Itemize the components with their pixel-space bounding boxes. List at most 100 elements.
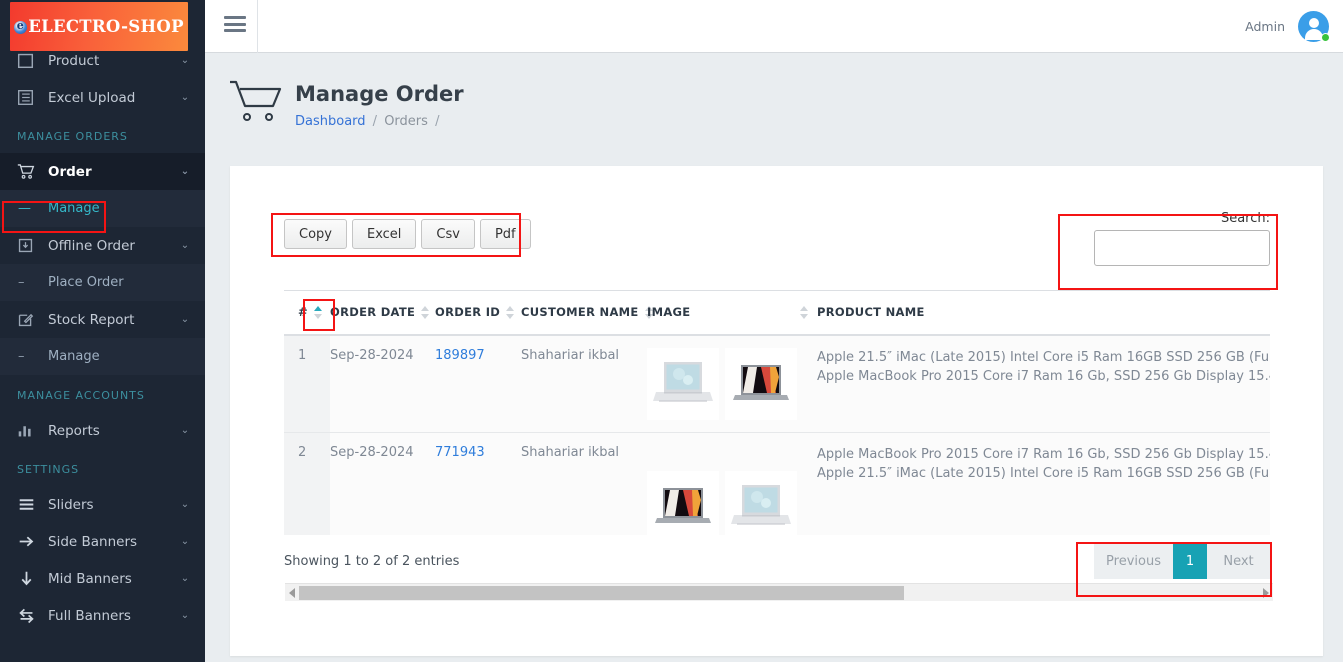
cell-customer-name: Shahariar ikbal [521,334,647,433]
sidebar-item-side-banners[interactable]: Side Banners ⌄ [0,523,205,560]
sidebar-section-manage-accounts: MANAGE ACCOUNTS [17,389,145,402]
scroll-right-arrow-icon[interactable] [1263,588,1269,598]
cell-product-name: Apple 21.5″ iMac (Late 2015) Intel Core … [817,334,1270,433]
product-name-line: Apple 21.5″ iMac (Late 2015) Intel Core … [817,465,1270,481]
column-header-index[interactable]: # [284,290,330,336]
list-icon [17,88,39,108]
cell-order-id[interactable]: 771943 [435,432,521,535]
product-name-line: Apple MacBook Pro 2015 Core i7 Ram 16 Gb… [817,368,1270,384]
sidebar-item-label: Offline Order [48,237,135,254]
dash-icon: — [18,201,31,216]
sidebar-item-label: Product [48,52,100,69]
column-header-order-date[interactable]: ORDER DATE [330,290,435,336]
column-header-product-name[interactable]: PRODUCT NAME [817,290,1270,336]
arrow-down-icon [17,569,39,589]
breadcrumb-orders: Orders [384,114,428,129]
globe-e-icon [14,19,28,34]
sort-icon[interactable] [800,306,809,319]
avatar-body [1304,29,1323,40]
cell-images [647,432,817,535]
sidebar-subitem-order-manage[interactable]: — Manage [0,190,205,227]
sidebar-subitem-label: Manage [48,201,100,216]
chevron-down-icon: ⌄ [180,610,190,621]
sidebar-subitem-stock-manage[interactable]: – Manage [0,338,205,375]
scroll-left-arrow-icon[interactable] [289,588,295,598]
previous-page-button[interactable]: Previous [1094,543,1173,579]
dash-icon: – [18,349,25,364]
brand-logo[interactable]: ELECTRO-SHOP [10,2,188,51]
table-right-edge [1270,290,1273,535]
sidebar-item-label: Sliders [48,496,94,513]
next-page-button[interactable]: Next [1207,543,1270,579]
chevron-down-icon: ⌄ [180,425,190,436]
order-table-scroll: # ORDER DATE ORDER ID CUSTOMER NAME IMAG… [284,290,1270,535]
cart-icon [17,162,39,182]
page-title: Manage Order [295,82,464,106]
order-id-link[interactable]: 189897 [435,348,485,363]
sidebar-item-label: Order [48,163,92,180]
user-avatar-icon[interactable] [1298,11,1330,42]
sort-icon[interactable] [506,306,515,319]
horizontal-scrollbar[interactable] [285,583,1273,601]
sidebar-item-label: Full Banners [48,607,131,624]
sidebar-scroll-region: Product ⌄ Excel Upload ⌄ MANAGE ORDERS O… [0,40,205,634]
breadcrumb-dashboard-link[interactable]: Dashboard [295,114,366,129]
sidebar-item-mid-banners[interactable]: Mid Banners ⌄ [0,560,205,597]
topbar-divider [257,0,258,53]
table-row[interactable]: 1 Sep-28-2024 189897 Shahariar ikbal App… [284,334,1270,433]
pdf-button[interactable]: Pdf [479,219,531,249]
shopping-cart-icon [228,78,284,126]
search-input[interactable] [1094,230,1270,266]
column-header-image[interactable]: IMAGE [647,290,817,336]
hp-silver-laptop-thumb[interactable] [647,347,719,420]
excel-button[interactable]: Excel [351,219,417,249]
sidebar-item-reports[interactable]: Reports ⌄ [0,412,205,449]
product-name-line: Apple 21.5″ iMac (Late 2015) Intel Core … [817,349,1270,365]
page-header: Manage Order Dashboard / Orders / [228,70,828,140]
breadcrumb: Dashboard / Orders / [295,114,442,129]
chevron-down-icon: ⌄ [180,55,190,66]
column-header-order-id[interactable]: ORDER ID [435,290,521,336]
order-id-link[interactable]: 771943 [435,445,485,460]
pagination: Previous 1 Next [1094,543,1270,579]
sidebar-item-full-banners[interactable]: Full Banners ⌄ [0,597,205,634]
sidebar-item-sliders[interactable]: Sliders ⌄ [0,486,205,523]
order-table: # ORDER DATE ORDER ID CUSTOMER NAME IMAG… [284,290,1270,535]
brand-logo-text: ELECTRO-SHOP [14,17,184,36]
sidebar-subitem-label: Manage [48,349,100,364]
sidebar-item-label: Reports [48,422,100,439]
chevron-down-icon: ⌄ [180,536,190,547]
sidebar-item-label: Excel Upload [48,89,136,106]
topbar: Admin [205,0,1343,53]
cell-order-date: Sep-28-2024 [330,334,435,433]
sidebar-item-stock-report[interactable]: Stock Report ⌄ [0,301,205,338]
chevron-down-icon: ⌄ [180,573,190,584]
chevron-down-icon: ⌄ [180,166,190,177]
chevron-down-icon: ⌄ [180,240,190,251]
sidebar-item-excel-upload[interactable]: Excel Upload ⌄ [0,79,205,116]
chevron-down-icon: ⌄ [180,499,190,510]
box-icon [17,51,39,71]
chevron-down-icon: ⌄ [180,92,190,103]
cell-order-id[interactable]: 189897 [435,334,521,433]
csv-button[interactable]: Csv [421,219,475,249]
breadcrumb-separator: / [435,114,440,129]
sidebar-subitem-label: Place Order [48,275,124,290]
sort-icon[interactable] [421,306,430,319]
cell-product-name: Apple MacBook Pro 2015 Core i7 Ram 16 Gb… [817,432,1270,535]
page-1-button[interactable]: 1 [1173,543,1207,579]
order-table-body: 1 Sep-28-2024 189897 Shahariar ikbal App… [284,334,1270,535]
copy-button[interactable]: Copy [284,219,347,249]
breadcrumb-separator: / [372,114,378,129]
sidebar-item-offline-order[interactable]: Offline Order ⌄ [0,227,205,264]
hamburger-icon[interactable] [224,16,248,36]
table-row[interactable]: 2 Sep-28-2024 771943 Shahariar ikbal App… [284,432,1270,535]
macbook-pro-dark-thumb[interactable] [647,470,719,535]
macbook-pro-dark-thumb[interactable] [725,347,797,420]
sidebar-item-order[interactable]: Order ⌄ [0,153,205,190]
sidebar-subitem-place-order[interactable]: – Place Order [0,264,205,301]
column-header-customer-name[interactable]: CUSTOMER NAME [521,290,653,336]
hp-silver-laptop-thumb[interactable] [725,470,797,535]
scrollbar-thumb[interactable] [299,586,904,600]
sort-ascending-icon[interactable] [313,306,323,319]
